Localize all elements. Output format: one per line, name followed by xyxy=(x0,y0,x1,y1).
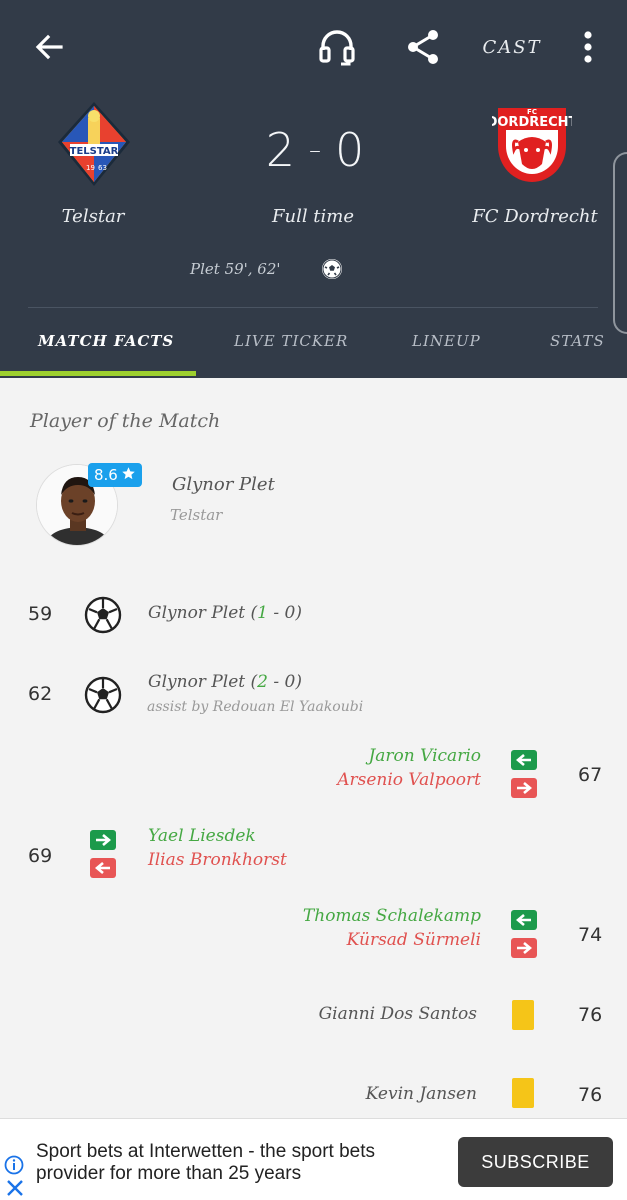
sub-player-out[interactable]: Ilias Bronkhorst xyxy=(148,850,287,870)
potm-player-name[interactable]: Glynor Plet xyxy=(172,474,275,495)
event-minute: 76 xyxy=(578,1084,603,1106)
goal-event-text[interactable]: Glynor Plet (1 - 0) xyxy=(148,603,302,623)
active-tab-indicator xyxy=(0,371,196,376)
away-team-name[interactable]: FC Dordrecht xyxy=(452,206,618,227)
event-minute: 67 xyxy=(578,764,603,786)
home-score: 2 xyxy=(265,123,295,177)
goal-assist-text[interactable]: assist by Redouan El Yaakoubi xyxy=(147,699,363,715)
event-minute: 74 xyxy=(578,924,603,946)
subscribe-button[interactable]: SUBSCRIBE xyxy=(458,1137,613,1187)
headset-icon[interactable] xyxy=(312,22,362,72)
svg-text:DORDRECHT: DORDRECHT xyxy=(492,115,572,130)
card-player[interactable]: Gianni Dos Santos xyxy=(319,1004,477,1024)
goal-score-rest: - 0) xyxy=(267,672,302,692)
player-rating-value: 8.6 xyxy=(94,466,118,484)
back-arrow-icon[interactable] xyxy=(26,24,72,70)
match-score: 2 – 0 xyxy=(250,112,380,188)
event-minute: 69 xyxy=(28,845,53,867)
event-minute: 62 xyxy=(28,683,53,705)
share-icon[interactable] xyxy=(398,22,448,72)
ad-text[interactable]: Sport bets at Interwetten - the sport be… xyxy=(36,1141,416,1185)
home-scorers-text: Plet 59', 62' xyxy=(190,260,281,278)
section-title: Player of the Match xyxy=(30,410,221,432)
potm-player-team: Telstar xyxy=(170,506,223,524)
cast-button[interactable]: CAST xyxy=(480,30,544,64)
sub-out-arrow-icon xyxy=(511,778,537,798)
ad-close-icon[interactable] xyxy=(6,1179,24,1197)
svg-text:63: 63 xyxy=(98,164,107,172)
svg-text:19: 19 xyxy=(86,164,95,172)
tab-live-ticker[interactable]: LIVE TICKER xyxy=(234,332,348,350)
tab-lineup[interactable]: LINEUP xyxy=(412,332,481,350)
scroll-handle[interactable] xyxy=(613,152,627,334)
svg-text:TELSTAR: TELSTAR xyxy=(70,146,119,157)
sub-player-in[interactable]: Jaron Vicario xyxy=(368,746,481,766)
event-minute: 76 xyxy=(578,1004,603,1026)
goal-score-rest: - 0) xyxy=(267,603,302,623)
sub-player-out[interactable]: Arsenio Valpoort xyxy=(337,770,481,790)
goal-score-home: 2 xyxy=(257,672,268,692)
goal-score-home: 1 xyxy=(257,603,268,623)
ad-info-icon[interactable] xyxy=(4,1155,24,1175)
football-icon xyxy=(321,258,343,280)
yellow-card-icon xyxy=(512,1078,534,1108)
sub-player-in[interactable]: Thomas Schalekamp xyxy=(303,906,481,926)
sub-in-arrow-icon xyxy=(511,750,537,770)
player-rating-badge: 8.6 xyxy=(88,463,142,487)
home-team-crest[interactable]: TELSTAR 19 63 xyxy=(54,100,134,190)
header-divider xyxy=(28,307,598,308)
goal-ball-icon xyxy=(84,596,122,634)
goal-scorer: Glynor Plet ( xyxy=(148,603,258,623)
tab-bar: MATCH FACTS LIVE TICKER LINEUP STATS xyxy=(0,310,627,378)
card-player[interactable]: Kevin Jansen xyxy=(366,1084,477,1104)
sub-in-arrow-icon xyxy=(90,830,116,850)
match-header: CAST TELSTAR 19 63 2 – 0 FC DO xyxy=(0,0,627,378)
star-icon xyxy=(121,466,136,485)
sub-player-in[interactable]: Yael Liesdek xyxy=(148,826,256,846)
goal-scorer: Glynor Plet ( xyxy=(148,672,258,692)
home-scorers: Plet 59', 62' xyxy=(190,258,343,280)
tab-match-facts[interactable]: MATCH FACTS xyxy=(38,332,174,350)
sub-player-out[interactable]: Kürsad Sürmeli xyxy=(347,930,481,950)
away-team-crest[interactable]: FC DORDRECHT xyxy=(487,102,578,192)
home-team-name[interactable]: Telstar xyxy=(0,206,186,227)
sub-out-arrow-icon xyxy=(511,938,537,958)
event-minute: 59 xyxy=(28,603,53,625)
away-score: 0 xyxy=(335,123,365,177)
tab-stats[interactable]: STATS xyxy=(550,332,605,350)
match-status: Full time xyxy=(271,206,355,227)
more-options-icon[interactable] xyxy=(574,24,602,70)
goal-event-text[interactable]: Glynor Plet (2 - 0) xyxy=(148,672,302,692)
yellow-card-icon xyxy=(512,1000,534,1030)
ad-banner[interactable]: Sport bets at Interwetten - the sport be… xyxy=(0,1118,627,1200)
goal-ball-icon xyxy=(84,676,122,714)
score-separator: – xyxy=(309,136,321,164)
sub-in-arrow-icon xyxy=(511,910,537,930)
sub-out-arrow-icon xyxy=(90,858,116,878)
